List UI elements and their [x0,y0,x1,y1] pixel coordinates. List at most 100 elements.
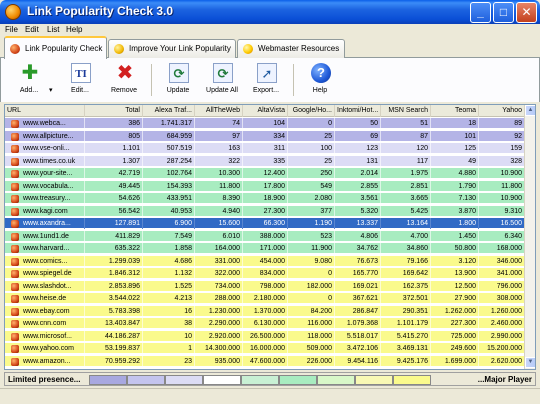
table-row[interactable]: www.axandra... 127.891 6.900 15.600 66.300 1.… [5,218,525,229]
export-button[interactable]: ➚ Export... [247,61,285,99]
cell-5: 1.190 [288,218,335,229]
table-row[interactable]: www.webca... 386 1.741.317 74 104 0 50 51 18 89 [5,118,525,129]
tab-link-popularity-check[interactable]: Link Popularity Check [4,36,107,59]
results-grid[interactable]: URL Total Alexa Traf... AllTheWeb AltaVista G… [4,104,536,370]
menu-edit[interactable]: Edit [25,24,39,36]
site-icon [11,320,19,328]
cell-2: 1.741.317 [143,118,195,129]
cell-1: 1.846.312 [85,268,143,279]
menu-list[interactable]: List [47,24,59,36]
table-row[interactable]: www.treasury... 54.626 433.951 8.390 18.900 2… [5,193,525,204]
cell-6: 2.014 [335,168,381,179]
menu-help[interactable]: Help [66,24,82,36]
table-row[interactable]: www.harvard... 635.322 1.858 164.000 171.000… [5,243,525,254]
table-row[interactable]: www.vocabula... 49.445 154.393 11.800 17.800… [5,180,525,192]
table-row[interactable]: www.1und1.de 411.829 7.549 6.010 388.000 523 4… [5,230,525,242]
table-row[interactable]: www.cnn.com 13.403.847 38 2.290.000 6.130.00… [5,318,525,329]
scroll-down-icon[interactable]: ▼ [525,357,535,368]
cell-4: 335 [243,155,288,167]
scroll-up-icon[interactable]: ▲ [525,105,535,116]
add-button[interactable]: ✚ Add... [10,61,48,99]
cell-9: 2.620.000 [479,355,525,367]
tab-webmaster-resources[interactable]: Webmaster Resources [237,39,345,58]
remove-button[interactable]: ✖ Remove [105,61,143,99]
update-all-button[interactable]: ⟳ Update All [203,61,241,99]
edit-button[interactable]: TI Edit... [61,61,99,99]
table-row[interactable]: www.comics... 1.299.039 4.686 331.000 454.00… [5,255,525,267]
table-row[interactable]: www.kagi.com 56.542 40.953 4.940 27.300 377 5.… [5,205,525,217]
tab-strip: Link Popularity Check Improve Your Link … [0,36,540,59]
cell-5: 2.080 [288,193,335,204]
cell-3: 11.800 [195,180,243,192]
table-row[interactable]: www.heise.de 3.544.022 4.213 288.000 2.180.0… [5,293,525,304]
cell-5: 377 [288,205,335,217]
column-header-9[interactable]: Yahoo [479,105,525,117]
cell-4: 2.180.000 [243,293,288,304]
vertical-scrollbar[interactable]: ▲ ▼ [524,105,535,369]
table-row[interactable]: www.spiegel.de 1.846.312 1.132 322.000 834.0… [5,268,525,279]
cell-6: 131 [335,155,381,167]
cell-4: 26.500.000 [243,330,288,342]
table-row[interactable]: www.slashdot... 2.853.896 1.525 734.000 798.… [5,280,525,292]
url-cell: www.webca... [21,118,85,129]
cell-8: 13.900 [431,268,479,279]
cell-6: 13.337 [335,218,381,229]
cell-9: 796.000 [479,280,525,292]
minimize-button[interactable]: _ [470,2,491,23]
column-header-2[interactable]: Alexa Traf... [143,105,195,117]
column-header-3[interactable]: AllTheWeb [195,105,243,117]
close-button[interactable]: ✕ [516,2,537,23]
site-icon [11,295,19,303]
table-row[interactable]: www.times.co.uk 1.307 287.254 322 335 25 131 11… [5,155,525,167]
column-header-8[interactable]: Teoma [431,105,479,117]
cell-3: 322.000 [195,268,243,279]
table-row[interactable]: www.ebay.com 5.783.398 16 1.230.000 1.370.00… [5,305,525,317]
tab-improve-link-popularity[interactable]: Improve Your Link Popularity [108,39,236,58]
column-header-7[interactable]: MSN Search [381,105,431,117]
status-bar [0,388,540,404]
cell-1: 70.959.292 [85,355,143,367]
cell-8: 18 [431,118,479,129]
cell-8: 1.790 [431,180,479,192]
table-row[interactable]: www.allpicture... 805 684.959 97 334 25 69 87 10… [5,130,525,142]
column-header-5[interactable]: Google/Ho... [288,105,335,117]
cell-7: 34.860 [381,243,431,254]
add-dropdown-arrow-icon[interactable]: ▾ [49,86,53,94]
cell-1: 386 [85,118,143,129]
url-cell: www.cnn.com [21,318,85,329]
cell-7: 87 [381,130,431,142]
update-page-icon: ⟳ [169,63,189,83]
column-header-6[interactable]: Inktomi/Hot... [335,105,381,117]
cell-2: 1 [143,343,195,354]
cell-4: 18.900 [243,193,288,204]
help-button[interactable]: ? Help [301,61,339,99]
cell-6: 2.855 [335,180,381,192]
menu-file[interactable]: File [5,24,18,36]
column-header-1[interactable]: Total [85,105,143,117]
table-row[interactable]: www.yahoo.com 53.199.837 1 14.300.000 16.000… [5,343,525,354]
column-header-4[interactable]: AltaVista [243,105,288,117]
cell-1: 53.199.837 [85,343,143,354]
cell-6: 1.079.368 [335,318,381,329]
legend-right-label: ...Major Player [477,375,532,384]
cell-6: 286.847 [335,305,381,317]
table-row[interactable]: www.vse-onli... 1.101 507.519 163 311 100 123 1… [5,143,525,154]
cell-9: 10.900 [479,168,525,179]
table-row[interactable]: www.microsof... 44.186.287 10 2.920.000 26.5… [5,330,525,342]
cell-2: 154.393 [143,180,195,192]
cell-5: 226.000 [288,355,335,367]
table-row[interactable]: www.your-site... 42.719 102.764 10.300 12.40… [5,168,525,179]
export-icon: ➚ [257,63,277,83]
update-button[interactable]: ⟳ Update [159,61,197,99]
cell-4: 6.130.000 [243,318,288,329]
column-header-0[interactable]: URL [5,105,85,117]
cell-8: 101 [431,130,479,142]
cell-9: 1.260.000 [479,305,525,317]
cell-2: 16 [143,305,195,317]
cell-2: 40.953 [143,205,195,217]
table-row[interactable]: www.amazon... 70.959.292 23 935.000 47.600.0… [5,355,525,367]
cell-9: 328 [479,155,525,167]
cell-9: 92 [479,130,525,142]
title-bar[interactable]: Link Popularity Check 3.0 _ □ ✕ [0,0,540,24]
maximize-button[interactable]: □ [493,2,514,23]
